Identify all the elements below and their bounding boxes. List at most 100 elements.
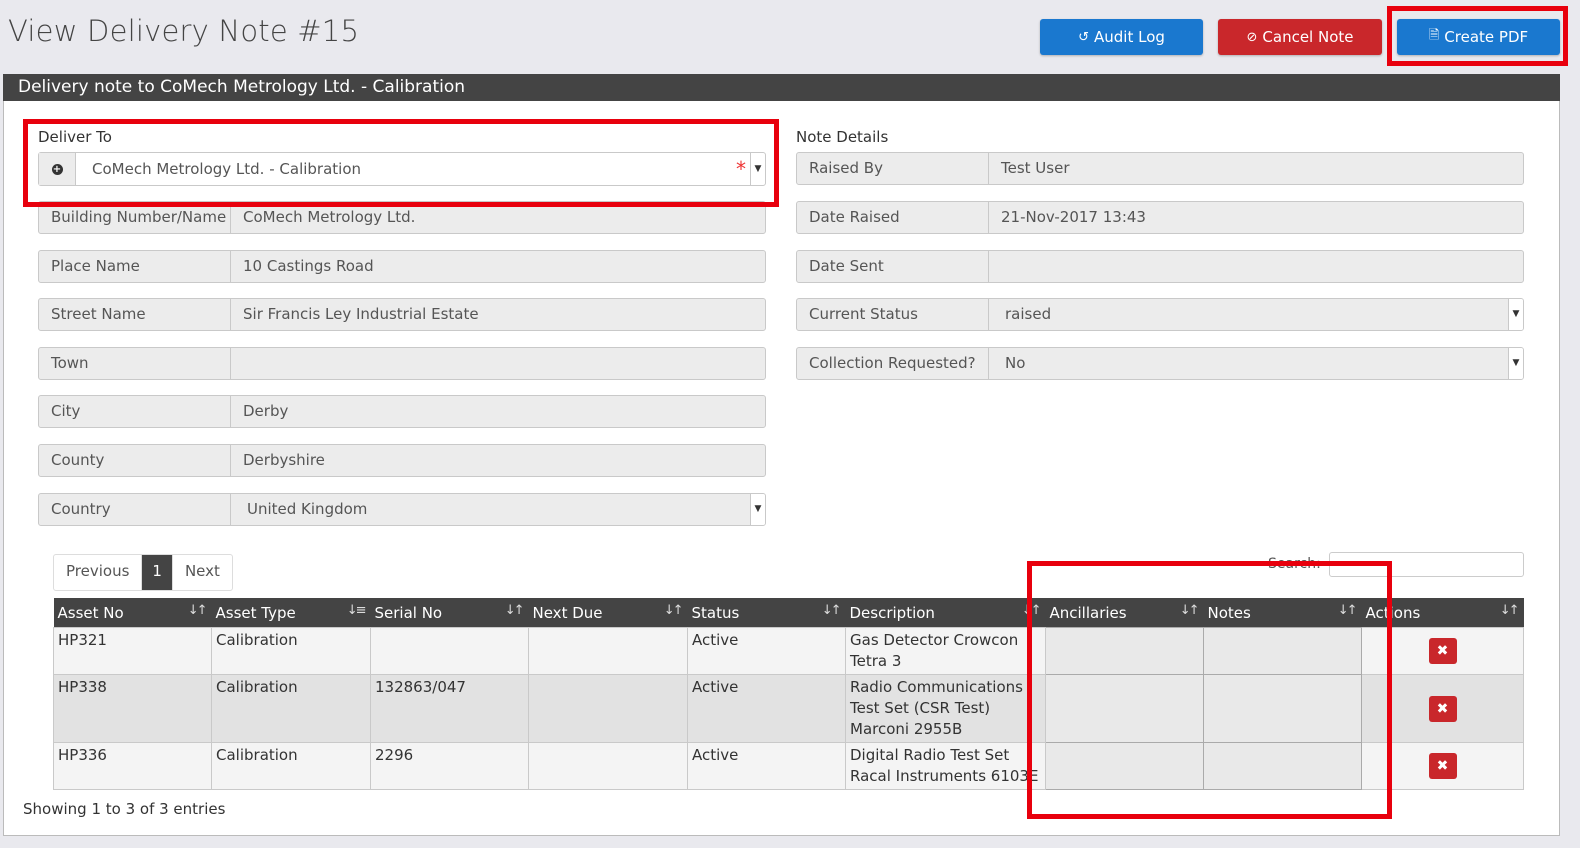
create-pdf-button[interactable]: 🗎 Create PDF: [1397, 19, 1560, 55]
table-row: HP338 Calibration 132863/047 Active Radi…: [53, 674, 1524, 743]
field-collection-requested[interactable]: Collection Requested? No ▼: [796, 347, 1524, 380]
cell-description: Digital Radio Test Set Racal Instruments…: [845, 742, 1046, 790]
required-mark: *: [736, 157, 746, 181]
deliver-to-select[interactable]: + CoMech Metrology Ltd. - Calibration * …: [38, 152, 766, 186]
field-value-text: No: [1005, 354, 1026, 372]
sort-icon: ↓↑: [821, 603, 842, 618]
sort-icon: ↓↑: [1499, 603, 1520, 618]
caret-down-icon[interactable]: ▼: [750, 153, 765, 185]
caret-down-icon[interactable]: ▼: [1508, 348, 1523, 379]
caret-down-icon[interactable]: ▼: [750, 494, 765, 525]
delete-button[interactable]: ✖: [1428, 638, 1457, 664]
column-header-actions[interactable]: Actions ↓↑: [1361, 598, 1524, 628]
field-label: Town: [39, 348, 231, 379]
field-value[interactable]: United Kingdom ▼: [231, 494, 765, 525]
field-label: Country: [39, 494, 231, 525]
field-value-text: raised: [1005, 305, 1052, 323]
field-value[interactable]: 10 Castings Road: [231, 251, 765, 282]
field-value[interactable]: CoMech Metrology Ltd.: [231, 202, 765, 233]
cell-actions: ✖: [1361, 674, 1524, 743]
field-value[interactable]: Sir Francis Ley Industrial Estate: [231, 299, 765, 330]
field-building[interactable]: Building Number/Name CoMech Metrology Lt…: [38, 201, 766, 234]
cell-status: Active: [687, 627, 846, 675]
field-value[interactable]: Test User: [989, 153, 1523, 184]
field-county[interactable]: County Derbyshire: [38, 444, 766, 477]
field-value[interactable]: raised ▼: [989, 299, 1523, 330]
table-row: HP321 Calibration Active Gas Detector Cr…: [53, 627, 1524, 675]
field-country[interactable]: Country United Kingdom ▼: [38, 493, 766, 526]
times-icon: ✖: [1436, 643, 1449, 659]
search-input[interactable]: [1329, 552, 1524, 577]
table-info: Showing 1 to 3 of 3 entries: [23, 800, 226, 818]
column-header-asset-type[interactable]: Asset Type ↓≡: [211, 598, 371, 628]
column-header-notes[interactable]: Notes ↓↑: [1203, 598, 1362, 628]
field-value[interactable]: No ▼: [989, 348, 1523, 379]
sort-icon: ↓↑: [663, 603, 684, 618]
column-label: Actions: [1365, 603, 1421, 622]
ancillaries-input[interactable]: [1045, 627, 1204, 675]
cell-next-due: [528, 742, 688, 790]
sort-icon: ↓↑: [1337, 603, 1358, 618]
history-icon: ↺: [1078, 29, 1089, 45]
column-label: Asset Type: [215, 603, 296, 622]
field-label: Date Raised: [797, 202, 989, 233]
cell-serial-no: [370, 627, 529, 675]
field-value[interactable]: [989, 251, 1523, 282]
field-place-name[interactable]: Place Name 10 Castings Road: [38, 250, 766, 283]
field-value[interactable]: Derby: [231, 396, 765, 427]
audit-log-button[interactable]: ↺ Audit Log: [1040, 19, 1203, 55]
notes-input[interactable]: [1203, 674, 1362, 743]
ban-icon: ⊘: [1246, 29, 1258, 45]
delete-button[interactable]: ✖: [1428, 695, 1457, 722]
field-town[interactable]: Town: [38, 347, 766, 380]
ancillaries-input[interactable]: [1045, 674, 1204, 743]
field-raised-by[interactable]: Raised By Test User: [796, 152, 1524, 185]
cell-serial-no: 132863/047: [370, 674, 529, 743]
field-label: County: [39, 445, 231, 476]
card-header: Delivery note to CoMech Metrology Ltd. -…: [3, 74, 1560, 101]
field-value[interactable]: [231, 348, 765, 379]
field-current-status[interactable]: Current Status raised ▼: [796, 298, 1524, 331]
field-value[interactable]: 21-Nov-2017 13:43: [989, 202, 1523, 233]
field-date-raised[interactable]: Date Raised 21-Nov-2017 13:43: [796, 201, 1524, 234]
sort-icon: ↓↑: [1179, 603, 1200, 618]
field-label: Place Name: [39, 251, 231, 282]
caret-down-icon[interactable]: ▼: [1508, 299, 1523, 330]
column-label: Description: [849, 603, 935, 622]
column-label: Next Due: [532, 603, 603, 622]
column-header-next-due[interactable]: Next Due ↓↑: [528, 598, 688, 628]
page-title: View Delivery Note #15: [8, 14, 360, 48]
field-street-name[interactable]: Street Name Sir Francis Ley Industrial E…: [38, 298, 766, 331]
page-1-button[interactable]: 1: [142, 555, 172, 590]
field-date-sent[interactable]: Date Sent: [796, 250, 1524, 283]
next-page-button[interactable]: Next: [171, 555, 232, 590]
column-header-ancillaries[interactable]: Ancillaries ↓↑: [1045, 598, 1204, 628]
deliver-to-label: Deliver To: [38, 128, 112, 146]
delete-button[interactable]: ✖: [1428, 753, 1457, 779]
cell-status: Active: [687, 674, 846, 743]
cancel-note-button[interactable]: ⊘ Cancel Note: [1218, 19, 1382, 55]
field-value[interactable]: Derbyshire: [231, 445, 765, 476]
audit-log-label: Audit Log: [1094, 28, 1165, 46]
column-label: Serial No: [374, 603, 443, 622]
cell-next-due: [528, 674, 688, 743]
notes-input[interactable]: [1203, 627, 1362, 675]
pagination: Previous 1 Next: [53, 554, 233, 591]
sort-icon: ↓↑: [187, 603, 208, 618]
cancel-note-label: Cancel Note: [1262, 28, 1354, 46]
previous-page-button[interactable]: Previous: [54, 555, 143, 590]
column-header-asset-no[interactable]: Asset No ↓↑: [53, 598, 212, 628]
field-label: Raised By: [797, 153, 989, 184]
column-header-status[interactable]: Status ↓↑: [687, 598, 846, 628]
add-recipient-button[interactable]: +: [39, 153, 76, 185]
field-city[interactable]: City Derby: [38, 395, 766, 428]
cell-serial-no: 2296: [370, 742, 529, 790]
ancillaries-input[interactable]: [1045, 742, 1204, 790]
search-label: Search:: [1268, 556, 1321, 572]
field-label: Date Sent: [797, 251, 989, 282]
notes-input[interactable]: [1203, 742, 1362, 790]
column-header-serial-no[interactable]: Serial No ↓↑: [370, 598, 529, 628]
column-label: Status: [691, 603, 740, 622]
column-header-description[interactable]: Description ↓↑: [845, 598, 1046, 628]
create-pdf-label: Create PDF: [1444, 28, 1529, 46]
